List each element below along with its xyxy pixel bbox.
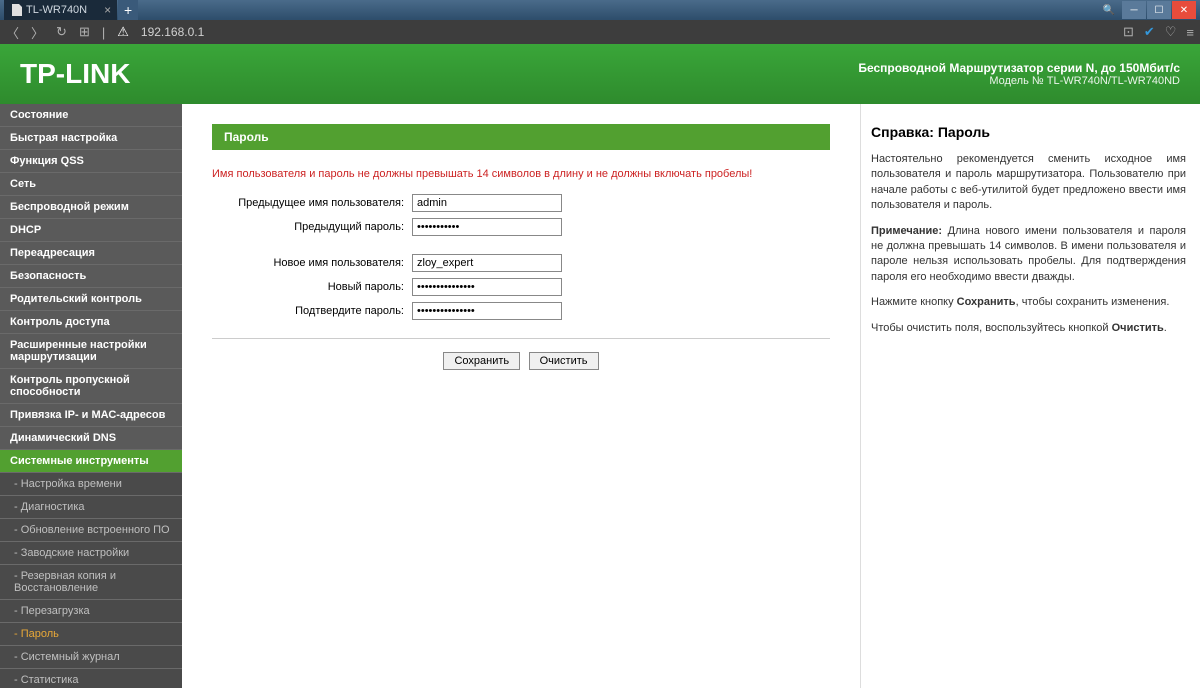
old-pass-input[interactable] <box>412 218 562 236</box>
old-pass-label: Предыдущий пароль: <box>212 221 412 233</box>
help-title: Справка: Пароль <box>871 124 1186 140</box>
sidebar-item-1[interactable]: Быстрая настройка <box>0 127 182 150</box>
new-user-label: Новое имя пользователя: <box>212 257 412 269</box>
sidebar-item-8[interactable]: Родительский контроль <box>0 288 182 311</box>
warning-text: Имя пользователя и пароль не должны прев… <box>212 168 830 180</box>
search-icon[interactable]: 🔍 <box>1097 1 1121 19</box>
window-minimize-button[interactable]: ─ <box>1122 1 1146 19</box>
sidebar: СостояниеБыстрая настройкаФункция QSSСет… <box>0 104 182 688</box>
help-p2: Примечание: Длина нового имени пользоват… <box>871 224 1186 286</box>
sidebar-item-5[interactable]: DHCP <box>0 219 182 242</box>
sidebar-item-6[interactable]: Переадресация <box>0 242 182 265</box>
browser-tab[interactable]: TL-WR740N × <box>4 0 117 20</box>
help-p3: Нажмите кнопку Сохранить, чтобы сохранит… <box>871 295 1186 310</box>
sidebar-item-20[interactable]: - Перезагрузка <box>0 600 182 623</box>
warning-icon[interactable]: ⚠ <box>117 24 129 40</box>
help-panel: Справка: Пароль Настоятельно рекомендует… <box>860 104 1200 688</box>
confirm-pass-input[interactable] <box>412 302 562 320</box>
page-icon <box>12 4 22 16</box>
main-form: Пароль Имя пользователя и пароль не долж… <box>182 104 860 688</box>
sidebar-item-23[interactable]: - Статистика <box>0 669 182 688</box>
shield-icon[interactable]: ✔ <box>1144 24 1155 40</box>
sidebar-item-2[interactable]: Функция QSS <box>0 150 182 173</box>
new-pass-input[interactable] <box>412 278 562 296</box>
url-text[interactable]: 192.168.0.1 <box>141 25 1111 39</box>
heart-icon[interactable]: ♡ <box>1165 24 1177 40</box>
old-user-label: Предыдущее имя пользователя: <box>212 197 412 209</box>
sidebar-item-9[interactable]: Контроль доступа <box>0 311 182 334</box>
clear-button[interactable]: Очистить <box>529 352 599 370</box>
window-close-button[interactable]: ✕ <box>1172 1 1196 19</box>
tab-title: TL-WR740N <box>26 4 87 16</box>
help-p1: Настоятельно рекомендуется сменить исход… <box>871 152 1186 214</box>
sidebar-item-18[interactable]: - Заводские настройки <box>0 542 182 565</box>
back-icon[interactable]: 〈 <box>6 23 19 42</box>
browser-addressbar: 〈 〉 ↻ ⊞ | ⚠ 192.168.0.1 ⊡ ✔ ♡ ≡ <box>0 20 1200 44</box>
sidebar-item-3[interactable]: Сеть <box>0 173 182 196</box>
camera-icon[interactable]: ⊡ <box>1123 24 1134 40</box>
confirm-pass-label: Подтвердите пароль: <box>212 305 412 317</box>
window-maximize-button[interactable]: ☐ <box>1147 1 1171 19</box>
sidebar-item-12[interactable]: Привязка IP- и МАС-адресов <box>0 404 182 427</box>
old-user-input[interactable] <box>412 194 562 212</box>
sidebar-item-11[interactable]: Контроль пропускной способности <box>0 369 182 404</box>
sidebar-item-17[interactable]: - Обновление встроенного ПО <box>0 519 182 542</box>
sidebar-item-22[interactable]: - Системный журнал <box>0 646 182 669</box>
sidebar-item-19[interactable]: - Резервная копия и Восстановление <box>0 565 182 600</box>
reload-icon[interactable]: ↻ <box>56 24 67 40</box>
router-header: TP-LINK Беспроводной Маршрутизатор серии… <box>0 44 1200 104</box>
sidebar-item-13[interactable]: Динамический DNS <box>0 427 182 450</box>
new-user-input[interactable] <box>412 254 562 272</box>
menu-icon[interactable]: ≡ <box>1186 25 1194 40</box>
sidebar-item-10[interactable]: Расширенные настройки маршрутизации <box>0 334 182 369</box>
product-title: Беспроводной Маршрутизатор серии N, до 1… <box>858 61 1180 75</box>
help-p4: Чтобы очистить поля, воспользуйтесь кноп… <box>871 321 1186 336</box>
browser-titlebar: TL-WR740N × + 🔍 ─ ☐ ✕ <box>0 0 1200 20</box>
save-button[interactable]: Сохранить <box>443 352 520 370</box>
logo: TP-LINK <box>20 58 130 90</box>
sidebar-item-15[interactable]: - Настройка времени <box>0 473 182 496</box>
forward-icon[interactable]: 〉 <box>31 23 44 42</box>
page-title: Пароль <box>212 124 830 150</box>
new-tab-button[interactable]: + <box>118 0 138 20</box>
sidebar-item-4[interactable]: Беспроводной режим <box>0 196 182 219</box>
sidebar-item-21[interactable]: - Пароль <box>0 623 182 646</box>
divider <box>212 338 830 339</box>
model-number: Модель № TL-WR740N/TL-WR740ND <box>858 75 1180 87</box>
sidebar-item-7[interactable]: Безопасность <box>0 265 182 288</box>
divider: | <box>102 25 105 40</box>
sidebar-item-14[interactable]: Системные инструменты <box>0 450 182 473</box>
new-pass-label: Новый пароль: <box>212 281 412 293</box>
sidebar-item-0[interactable]: Состояние <box>0 104 182 127</box>
grid-icon[interactable]: ⊞ <box>79 24 90 40</box>
sidebar-item-16[interactable]: - Диагностика <box>0 496 182 519</box>
tab-close-icon[interactable]: × <box>104 3 111 17</box>
